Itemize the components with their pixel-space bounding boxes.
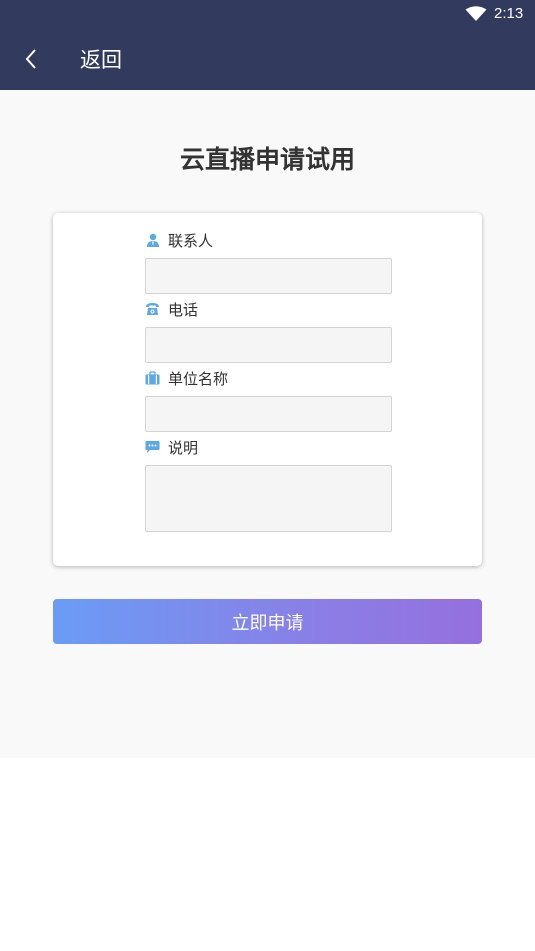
field-label-contact: 联系人 (145, 230, 213, 250)
submit-button[interactable]: 立即申请 (53, 599, 482, 644)
phone-icon (145, 302, 160, 317)
back-button[interactable] (14, 42, 48, 76)
status-time: 2:13 (494, 5, 524, 22)
screen: 2:13 返回 云直播申请试用 联系人 电话 单位名称 说明 立即申请 (0, 0, 535, 951)
field-label-text: 单位名称 (168, 369, 229, 388)
field-label-organization: 单位名称 (145, 368, 228, 388)
main-content: 云直播申请试用 联系人 电话 单位名称 说明 立即申请 (0, 90, 535, 758)
organization-input[interactable] (145, 396, 392, 432)
status-bar: 2:13 (0, 0, 535, 28)
field-label-text: 电话 (168, 300, 199, 319)
description-textarea[interactable] (145, 465, 392, 532)
field-label-description: 说明 (145, 437, 198, 457)
chat-bubble-icon (145, 440, 160, 455)
person-icon (145, 233, 160, 248)
phone-input[interactable] (145, 327, 392, 363)
wifi-icon (465, 6, 487, 21)
back-label[interactable]: 返回 (80, 44, 122, 74)
application-form-card: 联系人 电话 单位名称 说明 (53, 213, 482, 566)
briefcase-icon (145, 371, 160, 386)
page-title: 云直播申请试用 (179, 145, 355, 174)
field-label-phone: 电话 (145, 299, 198, 319)
field-label-text: 联系人 (168, 231, 214, 250)
field-label-text: 说明 (168, 438, 199, 457)
chevron-left-icon (25, 49, 36, 69)
contact-input[interactable] (145, 258, 392, 294)
app-bar: 返回 (0, 28, 535, 90)
